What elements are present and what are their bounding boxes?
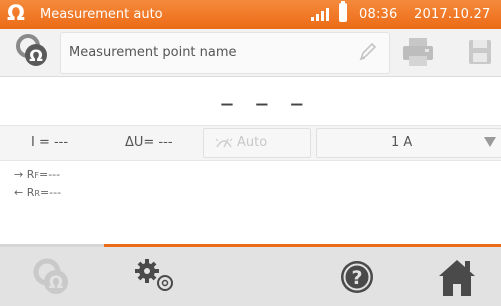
arrow-left-icon: ← <box>14 186 24 199</box>
toolbar: Ω Measurement point name <box>0 29 501 77</box>
current-range-select[interactable]: 1 A <box>316 128 501 158</box>
parameter-row: I = --- ΔU= --- Auto 1 A <box>0 125 501 161</box>
settings-icon[interactable] <box>130 252 180 302</box>
auto-label: Auto <box>237 135 268 150</box>
omega-icon: Ω <box>7 1 25 25</box>
home-icon[interactable] <box>432 252 482 302</box>
measurement-point-field[interactable]: Measurement point name <box>60 32 390 74</box>
voltage-drop-readout: ΔU= --- <box>125 135 173 150</box>
result-value: – – – <box>220 86 310 119</box>
rf-row: → RF=--- <box>14 166 61 184</box>
svg-text:?: ? <box>351 267 362 289</box>
results-list: → RF=--- ← RR=--- <box>14 166 61 202</box>
nav-divider <box>0 244 104 247</box>
pencil-icon[interactable] <box>357 41 377 63</box>
auto-icon <box>215 138 233 148</box>
save-icon[interactable] <box>459 32 501 72</box>
battery-icon <box>339 1 347 22</box>
signal-icon <box>311 8 329 21</box>
help-icon[interactable]: ? <box>332 252 382 302</box>
current-readout: I = --- <box>31 135 69 150</box>
rf-label: R <box>26 168 35 181</box>
rr-label: R <box>26 186 35 199</box>
rf-value: =--- <box>38 168 61 181</box>
svg-text:Ω: Ω <box>49 273 63 293</box>
rr-value: =--- <box>39 186 62 199</box>
nav-accent-line <box>104 244 501 247</box>
dropdown-arrow-icon <box>484 137 496 147</box>
rr-row: ← RR=--- <box>14 184 61 202</box>
date: 2017.10.27 <box>414 7 491 22</box>
clock: 08:36 <box>359 7 398 22</box>
screen-title: Measurement auto <box>40 7 163 22</box>
bottom-nav: Ω ? <box>0 244 501 306</box>
arrow-right-icon: → <box>14 168 24 181</box>
status-bar: Ω Measurement auto 08:36 2017.10.27 <box>0 0 501 29</box>
current-range-value: 1 A <box>391 135 413 150</box>
measurement-point-icon[interactable]: Ω <box>14 32 54 70</box>
measurement-icon[interactable]: Ω <box>28 252 78 302</box>
print-icon[interactable] <box>397 32 439 72</box>
measurement-point-label: Measurement point name <box>69 45 237 60</box>
auto-button[interactable]: Auto <box>203 128 311 158</box>
svg-text:Ω: Ω <box>29 46 43 65</box>
